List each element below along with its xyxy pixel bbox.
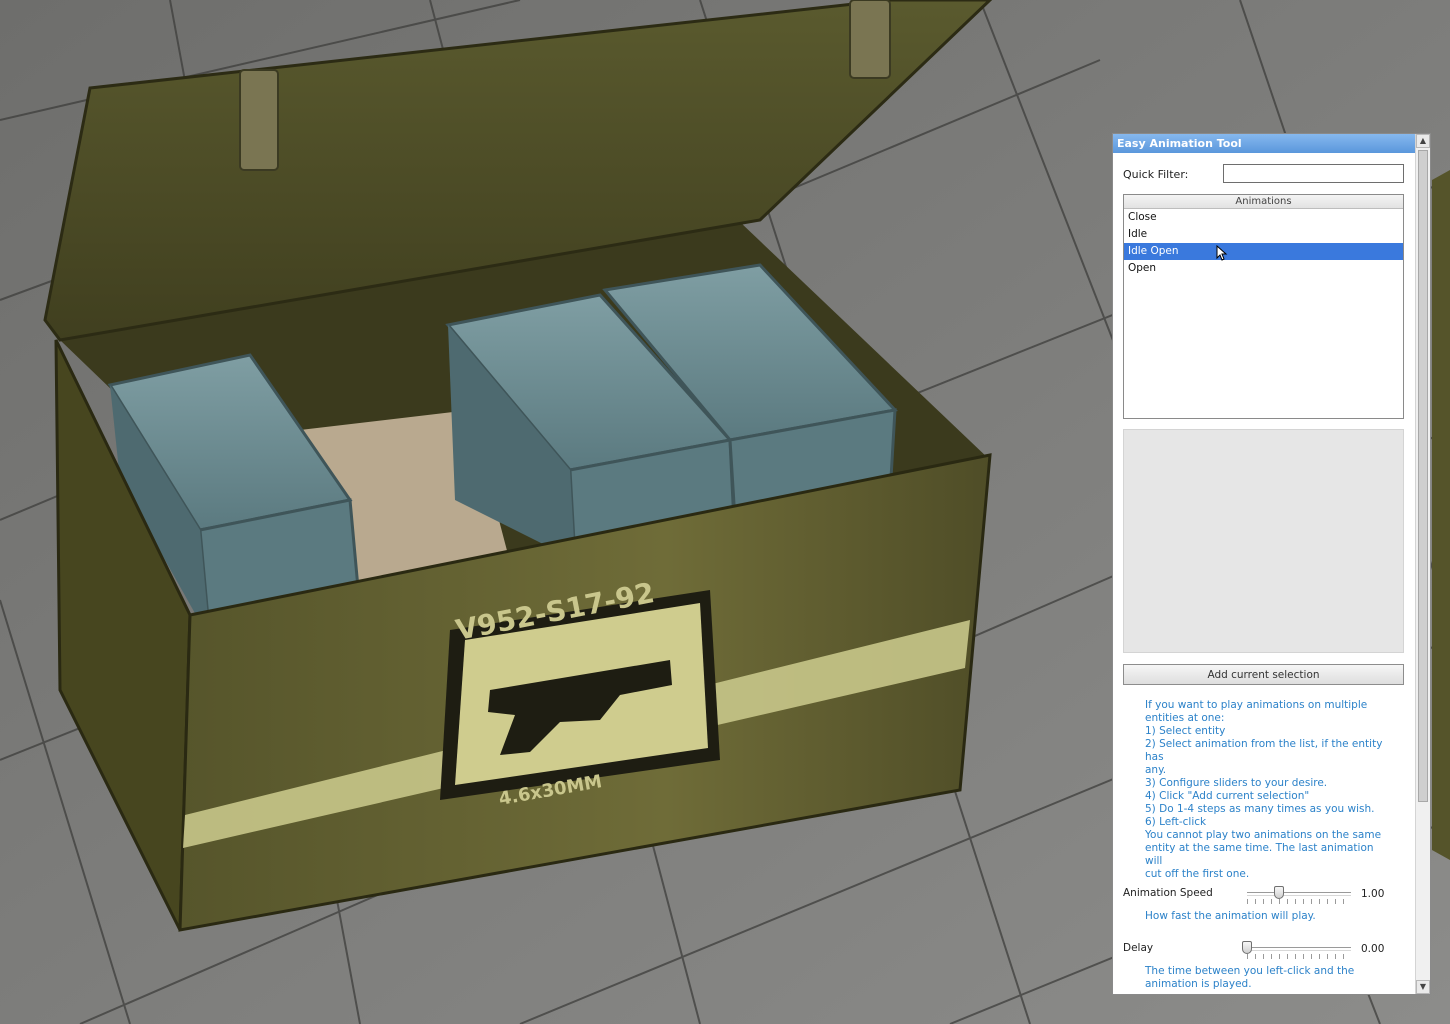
panel-title[interactable]: Easy Animation Tool: [1113, 134, 1415, 153]
mouse-cursor-icon: [1216, 245, 1228, 261]
animation-item-label: Idle Open: [1128, 245, 1179, 257]
help-line: 2) Select animation from the list, if th…: [1145, 738, 1383, 763]
help-text-overlap: You cannot play two animations on the sa…: [1145, 829, 1390, 881]
lid-latch-left: [239, 69, 279, 171]
animation-item-open[interactable]: Open: [1124, 260, 1403, 277]
scroll-down-arrow-icon[interactable]: ▼: [1416, 980, 1430, 994]
quick-filter-label: Quick Filter:: [1123, 168, 1189, 181]
animations-list-header[interactable]: Animations: [1124, 195, 1403, 209]
animation-item-close[interactable]: Close: [1124, 209, 1403, 226]
animations-list[interactable]: Animations Close Idle Idle Open Open: [1123, 194, 1404, 419]
help-line: 6) Left-click: [1145, 816, 1207, 828]
lid-latch-right: [849, 0, 891, 79]
animation-speed-slider-thumb[interactable]: [1274, 886, 1284, 899]
animation-item-idle[interactable]: Idle: [1124, 226, 1403, 243]
animation-preview-area: [1123, 429, 1404, 653]
help-line: entity at the same time. The last animat…: [1145, 842, 1374, 867]
animation-speed-help: How fast the animation will play.: [1145, 910, 1316, 922]
add-current-selection-button[interactable]: Add current selection: [1123, 664, 1404, 685]
scroll-thumb[interactable]: [1418, 150, 1428, 802]
easy-animation-tool-panel: Easy Animation Tool ▲ ▼ Quick Filter: An…: [1112, 133, 1431, 995]
help-line: 1) Select entity: [1145, 725, 1226, 737]
help-line: 5) Do 1-4 steps as many times as you wis…: [1145, 803, 1375, 815]
animation-speed-ticks: [1247, 899, 1351, 904]
help-line: The time between you left-click and the: [1145, 965, 1355, 977]
help-line: 3) Configure sliders to your desire.: [1145, 777, 1328, 789]
scroll-up-arrow-icon[interactable]: ▲: [1416, 134, 1430, 148]
help-line: any.: [1145, 764, 1167, 776]
help-line: You cannot play two animations on the sa…: [1145, 829, 1382, 841]
quick-filter-input[interactable]: [1223, 164, 1404, 183]
help-line: cut off the first one.: [1145, 868, 1250, 880]
help-line: If you want to play animations on multip…: [1145, 699, 1368, 711]
delay-value: 0.00: [1361, 943, 1385, 955]
animation-speed-value: 1.00: [1361, 888, 1385, 900]
delay-label: Delay: [1123, 942, 1154, 954]
panel-scrollbar[interactable]: ▲ ▼: [1415, 134, 1430, 994]
delay-track[interactable]: [1247, 947, 1351, 951]
animation-speed-label: Animation Speed: [1123, 887, 1213, 899]
help-line: 4) Click "Add current selection": [1145, 790, 1310, 802]
delay-slider-thumb[interactable]: [1242, 941, 1252, 954]
crate-partial-right: [1432, 170, 1450, 860]
help-text-multiple: If you want to play animations on multip…: [1145, 699, 1390, 829]
animation-speed-track[interactable]: [1247, 892, 1351, 896]
animation-item-idle-open[interactable]: Idle Open: [1124, 243, 1403, 261]
delay-help: The time between you left-click and the …: [1145, 965, 1390, 991]
help-line: animation is played.: [1145, 978, 1252, 990]
delay-ticks: [1247, 954, 1351, 959]
help-line: entities at one:: [1145, 712, 1225, 724]
